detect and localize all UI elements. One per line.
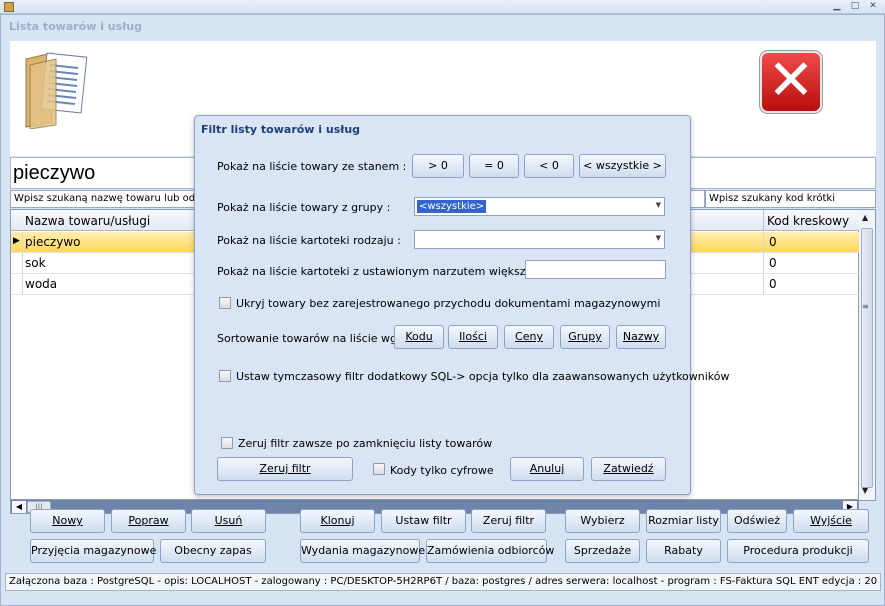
markup-input[interactable] <box>525 260 666 279</box>
digits-only-checkbox[interactable] <box>373 463 385 475</box>
markup-filter-label: Pokaż na liście kartoteki z ustawionym n… <box>217 265 568 278</box>
maximize-icon[interactable]: □ <box>848 1 862 12</box>
sort-label: Sortowanie towarów na liście wg : <box>217 332 405 345</box>
stock-zero-button[interactable]: = 0 <box>469 154 519 178</box>
chevron-down-icon[interactable]: ▼ <box>656 201 661 209</box>
name-search-field[interactable]: Wpisz szukaną nazwę towaru lub odcz <box>10 190 200 208</box>
production-procedure-button[interactable]: Procedura produkcji <box>727 539 869 563</box>
stock-positive-button[interactable]: > 0 <box>412 154 464 178</box>
code-search-field[interactable]: Wpisz szukany kod krótki <box>705 190 876 208</box>
stock-all-button[interactable]: < wszystkie > <box>579 154 666 178</box>
sort-by-quantity-button[interactable]: Ilości <box>448 325 498 349</box>
stock-filter-label: Pokaż na liście towary ze stanem : <box>217 160 407 173</box>
sql-filter-checkbox[interactable] <box>219 370 231 382</box>
scroll-thumb[interactable] <box>861 228 873 488</box>
sql-filter-label: Ustaw tymczasowy filtr dodatkowy SQL-> o… <box>236 370 730 383</box>
reset-filter-button[interactable]: Zeruj filtr <box>471 509 546 533</box>
status-bar: Załączona baza : PostgreSQL - opis: LOCA… <box>5 573 881 591</box>
kind-select[interactable]: ▼ <box>414 230 665 249</box>
row-code: 0 <box>769 277 777 291</box>
discounts-button[interactable]: Rabaty <box>646 539 721 563</box>
group-filter-label: Pokaż na liście towary z grupy : <box>217 201 391 214</box>
dialog-reset-filter-button[interactable]: Zeruj filtr <box>217 457 353 481</box>
document-folder-icon <box>25 52 88 129</box>
column-header-name[interactable]: Nazwa towaru/usługi <box>25 214 150 228</box>
scroll-left-icon[interactable]: ◀ <box>12 501 26 513</box>
clone-button[interactable]: Klonuj <box>300 509 375 533</box>
vertical-scrollbar[interactable]: ▲ ≡ ▼ <box>859 209 876 501</box>
set-filter-button[interactable]: Ustaw filtr <box>381 509 466 533</box>
window-caption: Lista towarów i usług <box>9 20 142 33</box>
minimize-icon[interactable]: ▁ <box>830 1 844 12</box>
hide-no-receipt-checkbox[interactable] <box>219 297 231 309</box>
goods-receipts-button[interactable]: Przyjęcia magazynowe <box>30 539 156 563</box>
close-icon[interactable]: ✕ <box>866 1 880 12</box>
reset-on-close-label: Zeruj filtr zawsze po zamknięciu listy t… <box>238 437 493 450</box>
digits-only-label: Kody tylko cyfrowe <box>390 464 494 477</box>
filter-dialog: Filtr listy towarów i usług Pokaż na liś… <box>194 115 730 495</box>
row-code: 0 <box>769 235 777 249</box>
hide-no-receipt-label: Ukryj towary bez zarejestrowanego przych… <box>236 297 661 310</box>
new-button[interactable]: Nowy <box>30 509 105 533</box>
reset-on-close-checkbox[interactable] <box>221 437 233 449</box>
sort-by-price-button[interactable]: Ceny <box>504 325 554 349</box>
sales-button[interactable]: Sprzedaże <box>565 539 640 563</box>
refresh-button[interactable]: Odśwież <box>727 509 787 533</box>
app-titlebar: ▁ □ ✕ <box>0 0 885 14</box>
stock-negative-button[interactable]: < 0 <box>524 154 574 178</box>
row-name: woda <box>25 277 58 291</box>
group-select[interactable]: <wszystkie> ▼ <box>414 197 665 216</box>
list-size-button[interactable]: Rozmiar listy <box>646 509 721 533</box>
grip-icon: ≡ <box>862 302 869 311</box>
app-icon[interactable] <box>4 2 14 12</box>
customer-orders-button[interactable]: Zamówienia odbiorców <box>426 539 554 563</box>
chevron-down-icon[interactable]: ▼ <box>656 234 661 242</box>
current-stock-button[interactable]: Obecny zapas <box>160 539 266 563</box>
sort-by-name-button[interactable]: Nazwy <box>616 325 666 349</box>
row-name: pieczywo <box>25 235 81 249</box>
goods-issues-button[interactable]: Wydania magazynowe <box>300 539 425 563</box>
scroll-down-icon[interactable]: ▼ <box>862 486 868 495</box>
confirm-button[interactable]: Zatwiedź <box>591 457 666 481</box>
edit-button[interactable]: Popraw <box>111 509 186 533</box>
exit-button[interactable]: Wyjście <box>793 509 869 533</box>
row-name: sok <box>25 256 46 270</box>
select-button[interactable]: Wybierz <box>565 509 640 533</box>
cancel-button[interactable]: Anuluj <box>510 457 584 481</box>
close-window-button[interactable]: ✕ <box>760 51 822 113</box>
kind-filter-label: Pokaż na liście kartoteki rodzaju : <box>217 234 401 247</box>
sort-by-code-button[interactable]: Kodu <box>394 325 444 349</box>
column-header-barcode[interactable]: Kod kreskowy <box>767 214 849 228</box>
group-select-value: <wszystkie> <box>417 200 487 213</box>
row-code: 0 <box>769 256 777 270</box>
extra-search-field[interactable] <box>690 190 705 208</box>
delete-button[interactable]: Usuń <box>191 509 266 533</box>
sort-by-group-button[interactable]: Grupy <box>560 325 610 349</box>
dialog-title: Filtr listy towarów i usług <box>201 123 361 136</box>
scroll-up-icon[interactable]: ▲ <box>862 213 868 222</box>
